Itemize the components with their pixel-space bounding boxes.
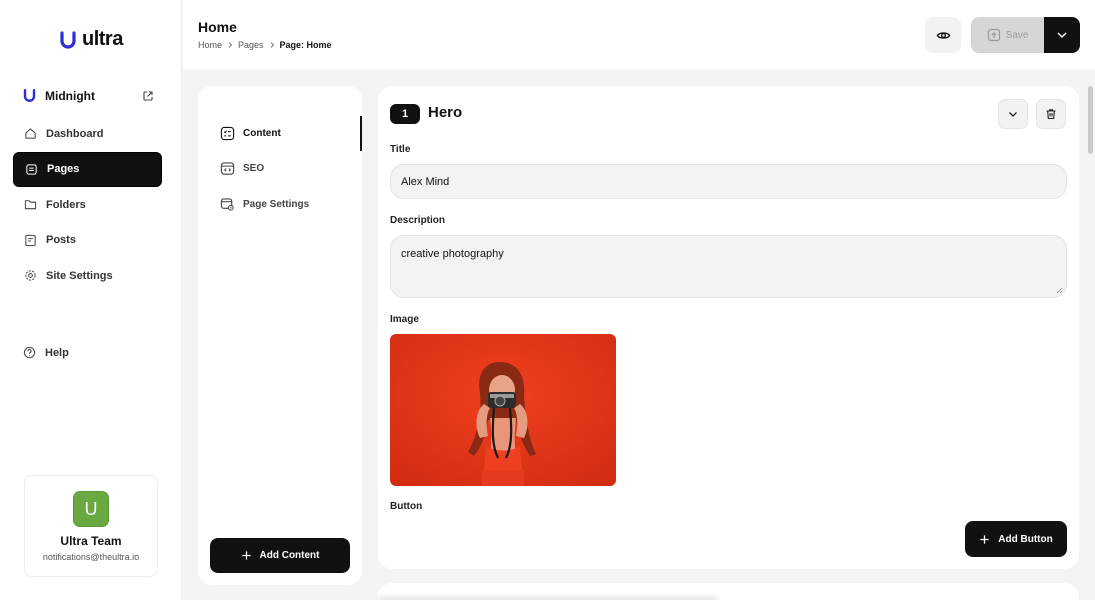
preview-button[interactable] bbox=[925, 17, 961, 53]
title-label: Title bbox=[390, 144, 411, 155]
site-logo-icon bbox=[23, 89, 36, 102]
description-label: Description bbox=[390, 215, 446, 226]
page-settings-icon bbox=[220, 198, 234, 211]
section-number: 1 bbox=[390, 104, 420, 124]
description-textarea[interactable]: creative photography bbox=[390, 235, 1067, 298]
sidebar-item-site-settings[interactable]: Site Settings bbox=[13, 258, 162, 293]
chevron-right-icon bbox=[228, 42, 233, 48]
save-button[interactable]: Save bbox=[971, 17, 1044, 53]
breadcrumb-current: Page: Home bbox=[279, 40, 332, 50]
delete-section-button[interactable] bbox=[1036, 99, 1066, 129]
trash-icon bbox=[1046, 109, 1056, 120]
sidebar-item-folders[interactable]: Folders bbox=[13, 187, 162, 222]
hero-image[interactable] bbox=[390, 334, 616, 486]
add-content-label: Add Content bbox=[259, 550, 320, 561]
sidebar-item-pages[interactable]: Pages bbox=[13, 151, 162, 187]
hero-section-card: 1 Hero Title Alex Mind Description creat… bbox=[378, 86, 1079, 569]
sidebar-item-dashboard[interactable]: Dashboard bbox=[13, 116, 162, 151]
tab-seo[interactable]: SEO bbox=[220, 161, 264, 176]
tab-label: SEO bbox=[243, 163, 265, 174]
pages-icon bbox=[24, 162, 38, 176]
add-button-button[interactable]: Add Button bbox=[965, 521, 1067, 557]
save-dropdown-button[interactable] bbox=[1044, 17, 1080, 53]
top-header: Home Home Pages Page: Home Save bbox=[183, 0, 1095, 70]
chevron-down-icon bbox=[1009, 112, 1017, 117]
home-icon bbox=[23, 127, 37, 141]
team-email: notifications@theultra.io bbox=[42, 552, 140, 562]
team-name: Ultra Team bbox=[60, 534, 122, 548]
eye-icon bbox=[936, 31, 950, 39]
title-input[interactable]: Alex Mind bbox=[390, 164, 1067, 199]
external-link-icon[interactable] bbox=[142, 90, 154, 102]
resize-grip-icon[interactable] bbox=[1056, 287, 1063, 294]
save-label: Save bbox=[1005, 29, 1029, 41]
sidebar: ultra Midnight Dashboard Pages Folders P… bbox=[0, 0, 182, 600]
sidebar-item-label: Folders bbox=[46, 198, 86, 211]
sidebar-item-label: Posts bbox=[46, 234, 76, 246]
tab-label: Page Settings bbox=[243, 199, 310, 210]
image-label: Image bbox=[390, 314, 419, 325]
title-input-value: Alex Mind bbox=[401, 175, 450, 188]
section-title: Hero bbox=[428, 104, 463, 121]
description-value: creative photography bbox=[401, 248, 504, 260]
sidebar-item-label: Pages bbox=[47, 163, 80, 175]
next-section-card bbox=[378, 583, 1079, 600]
folder-icon bbox=[23, 198, 37, 212]
add-button-label: Add Button bbox=[998, 533, 1053, 545]
chevron-down-icon bbox=[1057, 32, 1067, 38]
logo-icon bbox=[60, 30, 76, 49]
tab-content[interactable]: Content bbox=[220, 126, 281, 141]
app-logo[interactable]: ultra bbox=[58, 28, 123, 51]
gear-icon bbox=[23, 269, 37, 283]
team-card[interactable]: U Ultra Team notifications@theultra.io bbox=[24, 475, 158, 577]
site-selector[interactable]: Midnight bbox=[22, 88, 154, 103]
scrollbar[interactable] bbox=[1088, 86, 1093, 154]
button-label: Button bbox=[390, 501, 423, 512]
sidebar-nav: Dashboard Pages Folders Posts Site Setti… bbox=[13, 116, 162, 294]
help-link[interactable]: Help bbox=[23, 346, 69, 359]
page-title: Home bbox=[198, 19, 237, 35]
logo-text: ultra bbox=[82, 28, 123, 50]
plus-icon bbox=[980, 534, 989, 544]
active-indicator bbox=[360, 116, 362, 151]
sidebar-item-posts[interactable]: Posts bbox=[13, 223, 162, 258]
content-nav-panel: Content SEO Page Settings Add Content bbox=[198, 86, 362, 585]
tab-label: Content bbox=[243, 128, 281, 139]
collapse-section-button[interactable] bbox=[998, 99, 1028, 129]
photographer-photo bbox=[390, 334, 616, 486]
tab-page-settings[interactable]: Page Settings bbox=[220, 197, 309, 212]
seo-icon bbox=[220, 162, 235, 175]
content-icon bbox=[220, 126, 235, 141]
sidebar-item-label: Site Settings bbox=[46, 269, 113, 282]
cloud-upload-icon bbox=[987, 28, 1000, 42]
breadcrumb-home[interactable]: Home bbox=[198, 40, 222, 50]
sidebar-item-label: Dashboard bbox=[46, 127, 104, 140]
plus-icon bbox=[241, 551, 251, 560]
breadcrumb-pages[interactable]: Pages bbox=[238, 40, 264, 50]
add-content-button[interactable]: Add Content bbox=[210, 538, 350, 573]
next-section-placeholder bbox=[378, 596, 718, 600]
help-label: Help bbox=[45, 346, 69, 359]
help-icon bbox=[23, 346, 36, 359]
avatar: U bbox=[73, 491, 109, 527]
posts-icon bbox=[23, 233, 37, 247]
breadcrumb: Home Pages Page: Home bbox=[198, 40, 332, 50]
save-group: Save bbox=[971, 17, 1080, 53]
site-name: Midnight bbox=[45, 88, 95, 103]
chevron-right-icon bbox=[270, 42, 274, 48]
